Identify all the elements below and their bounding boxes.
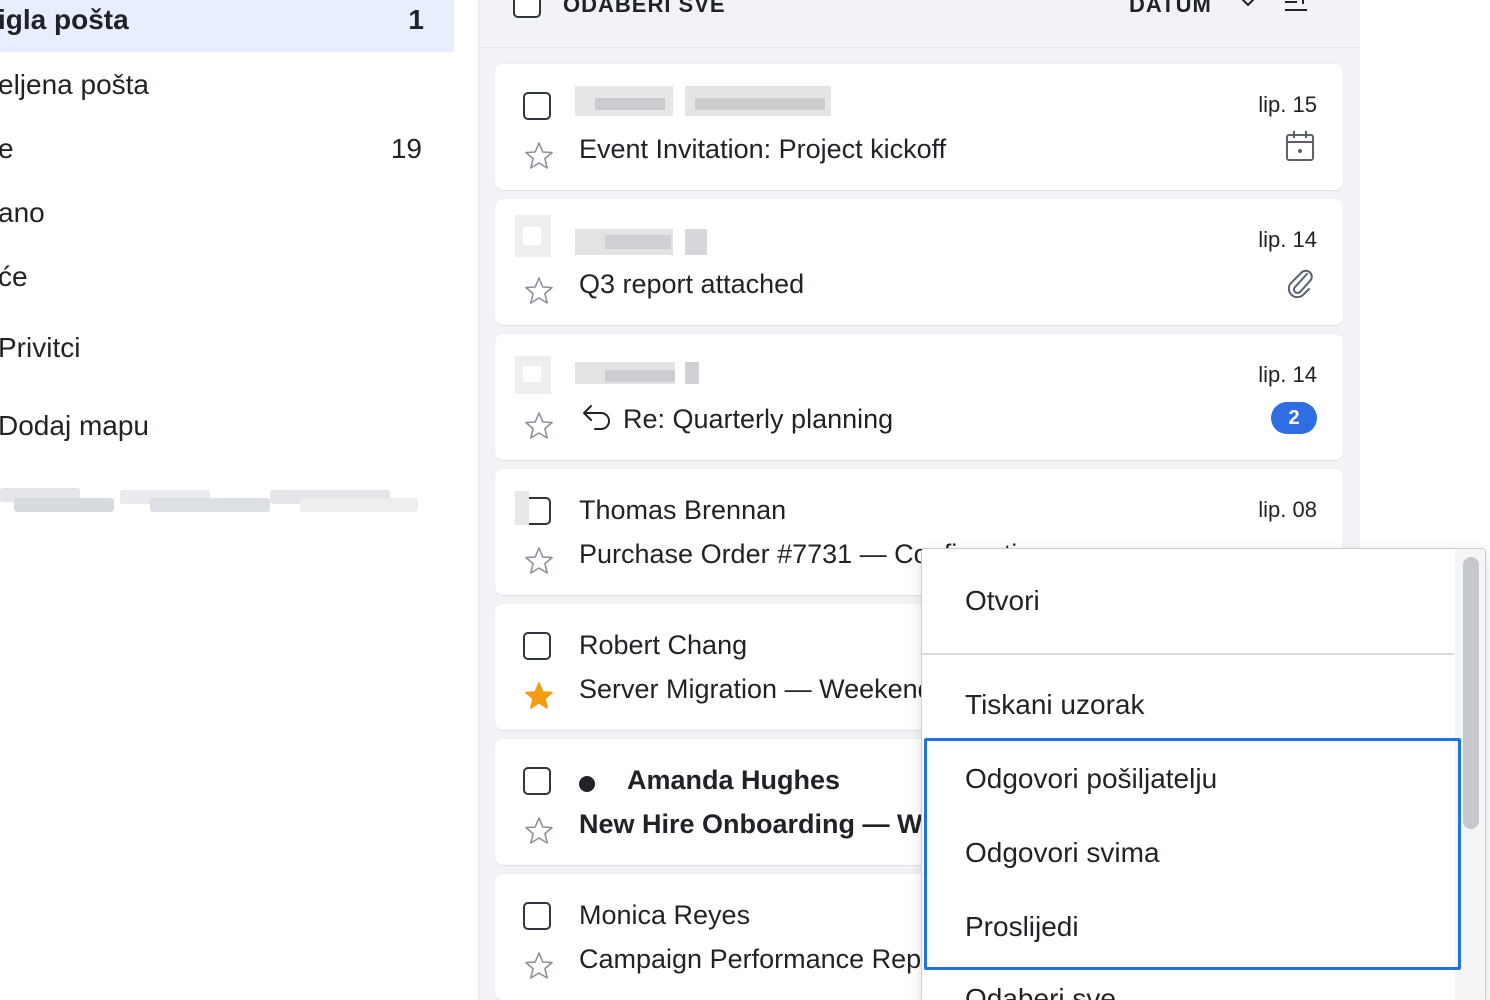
- menu-scrollbar-thumb[interactable]: [1463, 557, 1479, 829]
- attachments-label: Privitci: [0, 332, 81, 363]
- thread-count-badge: 2: [1271, 402, 1317, 434]
- message-sender: Thomas Brennan: [579, 495, 787, 525]
- star-icon[interactable]: [523, 545, 555, 577]
- message-subject: Re: Quarterly planning: [623, 404, 894, 434]
- menu-item-reply-sender[interactable]: Odgovori pošiljatelju: [922, 763, 1454, 795]
- message-row[interactable]: Re: Quarterly planning lip. 14 2: [495, 334, 1343, 460]
- star-filled-icon[interactable]: [523, 680, 555, 712]
- row-checkbox[interactable]: [523, 767, 551, 795]
- star-icon[interactable]: [523, 275, 555, 307]
- row-checkbox[interactable]: [523, 902, 551, 930]
- message-sender: Robert Chang: [579, 630, 748, 660]
- folder-label: će: [0, 261, 28, 292]
- calendar-icon: [1286, 131, 1314, 161]
- select-all-checkbox[interactable]: [513, 0, 541, 18]
- folder-label: e: [0, 133, 14, 164]
- folder-unread-count: 1: [408, 4, 424, 35]
- menu-item-open[interactable]: Otvori: [922, 585, 1454, 617]
- folder-starred[interactable]: eljena pošta: [0, 53, 454, 117]
- message-row[interactable]: Q3 report attached lip. 14: [495, 199, 1343, 325]
- star-icon[interactable]: [523, 140, 555, 172]
- menu-item-reply-all[interactable]: Odgovori svima: [922, 837, 1454, 869]
- folder-label: eljena pošta: [0, 69, 150, 100]
- select-all-label[interactable]: ODABERI SVE: [563, 0, 726, 18]
- folder-count: 19: [390, 133, 422, 164]
- message-subject: Q3 report attached: [579, 269, 805, 299]
- reply-icon: [583, 405, 610, 430]
- menu-item-forward[interactable]: Proslijedi: [922, 911, 1454, 943]
- sort-order-icon[interactable]: [1283, 0, 1309, 16]
- message-date: lip. 15: [1258, 92, 1317, 117]
- row-checkbox[interactable]: [523, 632, 551, 660]
- star-icon[interactable]: [523, 950, 555, 982]
- add-folder-label: Dodaj mapu: [0, 410, 149, 441]
- message-date: lip. 08: [1258, 497, 1317, 522]
- menu-item-print-preview[interactable]: Tiskani uzorak: [922, 689, 1454, 721]
- sort-by-date-label[interactable]: DATUM: [1129, 0, 1212, 18]
- menu-separator: [922, 653, 1454, 655]
- message-subject: New Hire Onboarding — We: [579, 809, 938, 839]
- star-icon[interactable]: [523, 410, 555, 442]
- add-folder-button[interactable]: Dodaj mapu: [0, 394, 454, 458]
- folder-label: ano: [0, 197, 45, 228]
- folder-label: igla pošta: [0, 4, 129, 35]
- message-date: lip. 14: [1258, 227, 1317, 252]
- unread-dot: [579, 776, 595, 792]
- folder-drafts[interactable]: e 19: [0, 117, 454, 181]
- star-icon[interactable]: [523, 815, 555, 847]
- message-subject: Server Migration — Weekend: [579, 674, 933, 704]
- folder-sidebar: igla pošta 1 eljena pošta e 19 ano će Pr…: [0, 0, 478, 1000]
- blurred-overlay: [515, 491, 529, 525]
- folder-attachments[interactable]: Privitci: [0, 316, 454, 380]
- message-sender: Monica Reyes: [579, 900, 751, 930]
- menu-item-select-all[interactable]: Odaberi sve: [922, 983, 1454, 1000]
- message-subject: Campaign Performance Rep: [579, 944, 922, 974]
- message-sender: Amanda Hughes: [627, 765, 841, 795]
- context-menu: Otvori Tiskani uzorak Odgovori pošiljate…: [921, 548, 1486, 1000]
- row-checkbox[interactable]: [523, 92, 551, 120]
- message-subject: Event Invitation: Project kickoff: [579, 134, 947, 164]
- folder-more[interactable]: će: [0, 245, 454, 309]
- message-date: lip. 14: [1258, 362, 1317, 387]
- folder-inbox[interactable]: igla pošta 1: [0, 0, 454, 52]
- folder-sent[interactable]: ano: [0, 181, 454, 245]
- paperclip-icon: [1287, 269, 1313, 299]
- chevron-down-icon[interactable]: [1237, 0, 1259, 12]
- message-row[interactable]: Event Invitation: Project kickoff lip. 1…: [495, 64, 1343, 190]
- list-header: ODABERI SVE DATUM: [479, 0, 1361, 48]
